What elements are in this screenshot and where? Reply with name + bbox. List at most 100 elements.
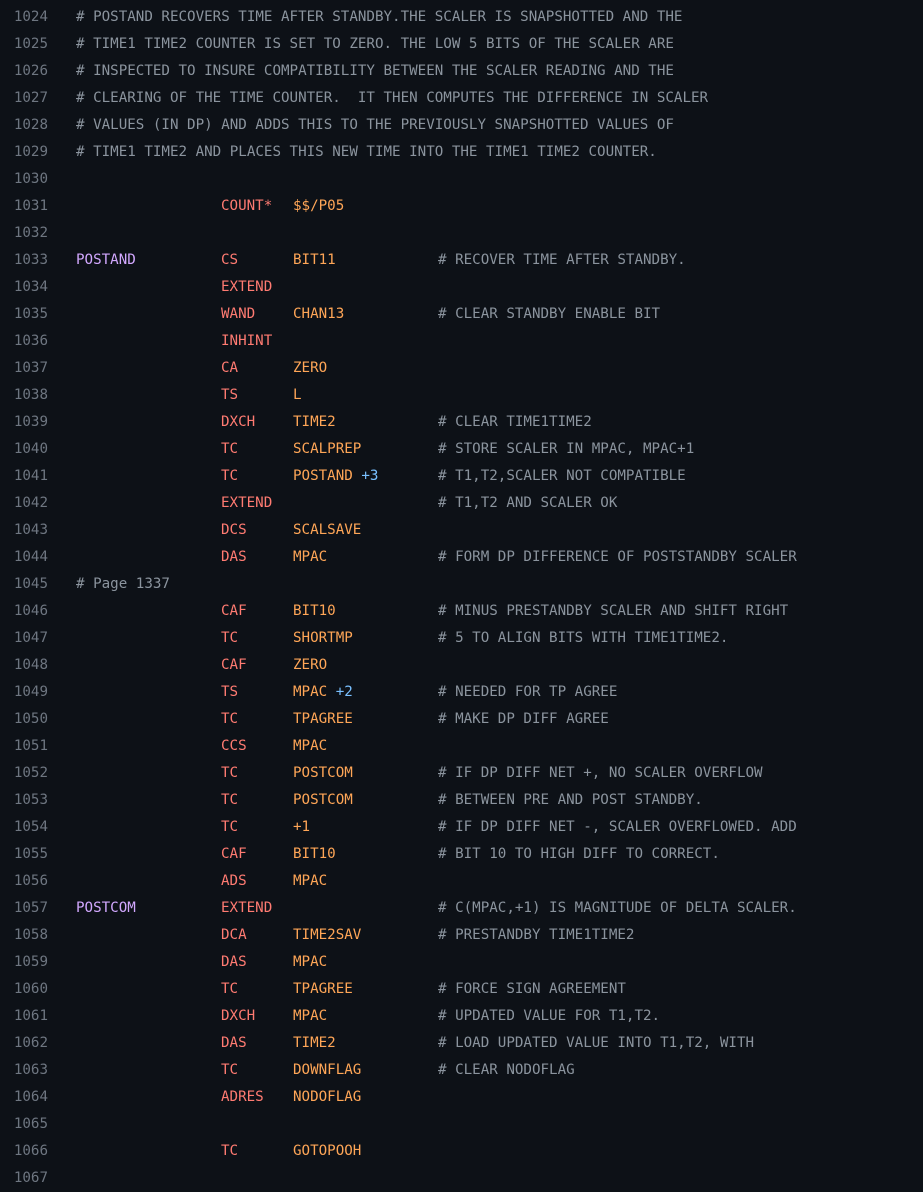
inline-comment: # T1,T2 AND SCALER OK [438,495,618,511]
comment-text: # INSPECTED TO INSURE COMPATIBILITY BETW… [76,63,674,79]
opcode: DAS [221,1035,247,1051]
operand-group: POSTAND +3 [293,463,378,490]
operand-group: BIT10 [293,598,336,625]
code-line: 1048 CAF ZERO [0,652,923,679]
line-number: 1042 [13,495,48,511]
line-number: 1035 [13,306,48,322]
code-line: 1063 TC DOWNFLAG # CLEAR NODOFLAG [0,1057,923,1084]
operand-group: NODOFLAG [293,1084,361,1111]
inline-comment: # PRESTANDBY TIME1TIME2 [438,927,635,943]
line-number: 1061 [13,1008,48,1024]
inline-comment: # CLEAR NODOFLAG [438,1062,575,1078]
opcode: TC [221,1062,239,1078]
opcode: EXTEND [221,900,273,916]
operand-group: BIT10 [293,841,336,868]
line-number: 1054 [13,819,48,835]
code-line: 1040 TC SCALPREP # STORE SCALER IN MPAC, MP… [0,436,923,463]
inline-comment: # CLEAR STANDBY ENABLE BIT [438,306,661,322]
comment-text: # CLEARING OF THE TIME COUNTER. IT THEN … [76,90,709,106]
opcode: TC [221,468,239,484]
operand-group: TIME2 [293,1030,336,1057]
line-number: 1034 [13,279,48,295]
opcode: CCS [221,738,247,754]
inline-comment: # IF DP DIFF NET +, NO SCALER OVERFLOW [438,765,763,781]
opcode: CAF [221,603,247,619]
opcode: CS [221,252,239,268]
operand: ZERO [293,360,328,376]
operand-group: CHAN13 [293,301,344,328]
line-number: 1030 [13,171,48,187]
opcode: TC [221,630,239,646]
operand: TIME2 [293,1035,336,1051]
operand: GOTOPOOH [293,1143,362,1159]
code-line: 1050 TC TPAGREE # MAKE DP DIFF AGREE [0,706,923,733]
operand-group: MPAC [293,949,327,976]
operand: BIT10 [293,846,336,862]
code-line: 1064 ADRES NODOFLAG [0,1084,923,1111]
operand-group: POSTCOM [293,787,353,814]
comment-text: # POSTAND RECOVERS TIME AFTER STANDBY.TH… [76,9,683,25]
code-line: 1052 TC POSTCOM # IF DP DIFF NET +, NO SCAL… [0,760,923,787]
code-line: 1057 POSTCOM EXTEND # C(MPAC,+1) IS MAGNITU… [0,895,923,922]
operand-group: +1 [293,814,310,841]
inline-comment: # RECOVER TIME AFTER STANDBY. [438,252,686,268]
opcode: TC [221,765,239,781]
inline-comment: # 5 TO ALIGN BITS WITH TIME1TIME2. [438,630,729,646]
opcode: TS [221,684,239,700]
inline-comment: # MAKE DP DIFF AGREE [438,711,609,727]
code-line: 1043 DCS SCALSAVE [0,517,923,544]
line-number: 1041 [13,468,48,484]
operand: SCALPREP [293,441,362,457]
code-line: 1058 DCA TIME2SAV # PRESTANDBY TIME1TIME2 [0,922,923,949]
operand: MPAC [293,954,328,970]
opcode: CAF [221,657,247,673]
operand: L [293,387,302,403]
inline-comment: # C(MPAC,+1) IS MAGNITUDE OF DELTA SCALE… [438,900,797,916]
code-line: 1044 DAS MPAC # FORM DP DIFFERENCE OF POSTS… [0,544,923,571]
operand: MPAC [293,873,328,889]
operand-group: $$/P05 [293,193,344,220]
code-view: 1024 # POSTAND RECOVERS TIME AFTER STANDB… [0,4,923,1192]
line-number: 1026 [13,63,48,79]
opcode: TS [221,387,239,403]
code-line: 1045 # Page 1337 [0,571,923,598]
opcode: DCS [221,522,247,538]
opcode: EXTEND [221,495,273,511]
operand: NODOFLAG [293,1089,362,1105]
code-line: 1051 CCS MPAC [0,733,923,760]
operand: POSTCOM [293,792,353,808]
opcode: DAS [221,549,247,565]
line-number: 1028 [13,117,48,133]
opcode: TC [221,1143,239,1159]
code-line: 1066 TC GOTOPOOH [0,1138,923,1165]
operand: MPAC [293,1008,328,1024]
opcode: DXCH [221,1008,256,1024]
line-number: 1049 [13,684,48,700]
operand: +1 [293,819,311,835]
line-number: 1065 [13,1116,48,1132]
line-number: 1052 [13,765,48,781]
inline-comment: # BIT 10 TO HIGH DIFF TO CORRECT. [438,846,720,862]
operand-group: SCALPREP [293,436,361,463]
line-number: 1044 [13,549,48,565]
operand-offset: +2 [335,684,353,700]
line-number: 1064 [13,1089,48,1105]
line-number: 1045 [13,576,48,592]
code-line: 1031 COUNT* $$/P05 [0,193,923,220]
line-number: 1040 [13,441,48,457]
operand-group: ZERO [293,652,327,679]
operand: TIME2SAV [293,927,362,943]
line-number: 1055 [13,846,48,862]
operand-group: MPAC [293,733,327,760]
code-line: 1059 DAS MPAC [0,949,923,976]
inline-comment: # CLEAR TIME1TIME2 [438,414,592,430]
line-number: 1058 [13,927,48,943]
line-number: 1033 [13,252,48,268]
line-number: 1066 [13,1143,48,1159]
line-number: 1048 [13,657,48,673]
code-line: 1028 # VALUES (IN DP) AND ADDS THIS TO TH… [0,112,923,139]
inline-comment: # NEEDED FOR TP AGREE [438,684,618,700]
operand-group: MPAC +2 [293,679,353,706]
operand-group: TIME2 [293,409,336,436]
line-number: 1027 [13,90,48,106]
